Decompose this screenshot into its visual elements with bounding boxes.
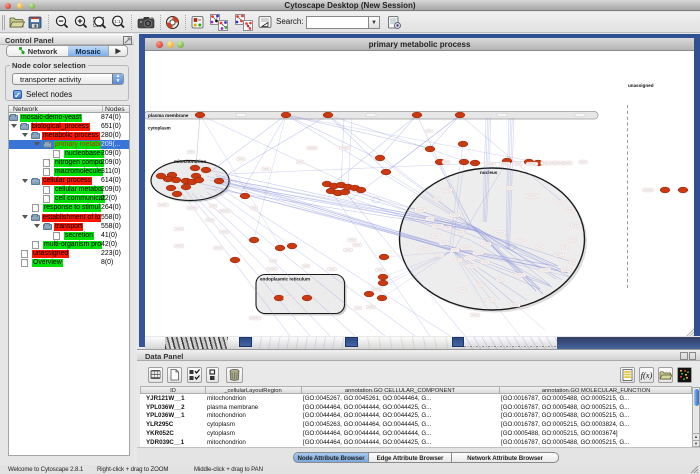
svg-text:unassigned: unassigned: [628, 83, 654, 88]
svg-text:f(x): f(x): [641, 370, 653, 380]
svg-text:cytoplasm: cytoplasm: [148, 126, 171, 131]
svg-text:endoplasmic reticulum: endoplasmic reticulum: [260, 277, 310, 282]
svg-text:mitochondrion: mitochondrion: [174, 159, 206, 164]
svg-text:1:1: 1:1: [114, 19, 121, 24]
svg-text:plasma membrane: plasma membrane: [148, 113, 189, 118]
